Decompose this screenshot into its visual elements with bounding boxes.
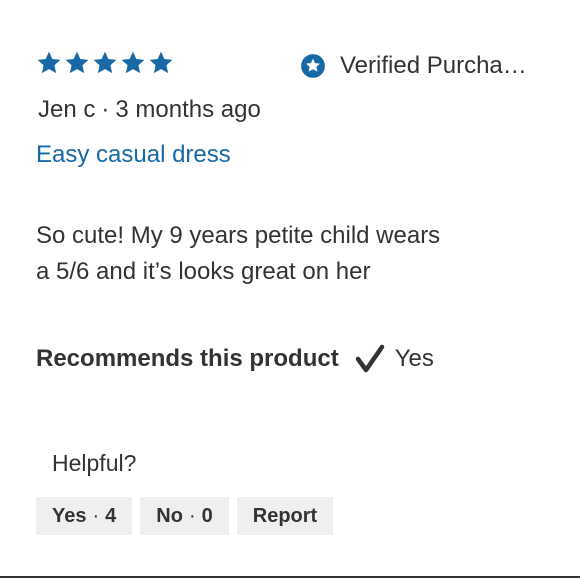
review-body: So cute! My 9 years petite child wears a… (36, 218, 516, 290)
star-icon (37, 51, 61, 74)
review-meta: Jen c · 3 months ago (38, 96, 261, 124)
verified-badge-icon (301, 54, 325, 78)
review-age: 3 months ago (115, 96, 261, 123)
author-name: Jen c (38, 96, 96, 123)
review-title: Easy casual dress (36, 141, 231, 168)
helpful-no-label: No (156, 504, 183, 527)
recommend-value: Yes (394, 345, 434, 372)
helpful-yes-count: 4 (105, 504, 117, 527)
verified-purchase-label: Verified Purcha… (340, 52, 527, 79)
meta-separator: · (101, 96, 110, 123)
helpful-yes-label: Yes (52, 504, 87, 527)
recommend-label: Recommends this product (36, 345, 339, 372)
divider (0, 576, 580, 578)
helpful-label: Helpful? (52, 450, 137, 476)
checkmark-icon (355, 344, 384, 373)
star-icon (93, 51, 117, 74)
star-rating (36, 50, 174, 76)
helpful-no-count: 0 (201, 504, 213, 527)
recommendation: Recommends this product Yes (36, 344, 434, 374)
helpful-yes-button[interactable]: Yes · 4 (36, 497, 133, 535)
report-button[interactable]: Report (236, 497, 334, 535)
star-icon (65, 51, 89, 74)
helpful-no-button[interactable]: No · 0 (140, 497, 229, 535)
review-body-line: a 5/6 and it’s looks great on her (36, 258, 371, 285)
review-body-line: So cute! My 9 years petite child wears (36, 222, 441, 249)
star-icon (149, 51, 173, 74)
verified-purchase: Verified Purcha… (300, 52, 527, 80)
vote-separator: · (92, 504, 100, 527)
helpful-votes: Yes · 4 No · 0 Report (36, 497, 334, 535)
vote-separator: · (188, 504, 196, 527)
review-card: Verified Purcha… Jen c · 3 months ago Easy… (0, 0, 580, 580)
star-icon (121, 51, 145, 74)
